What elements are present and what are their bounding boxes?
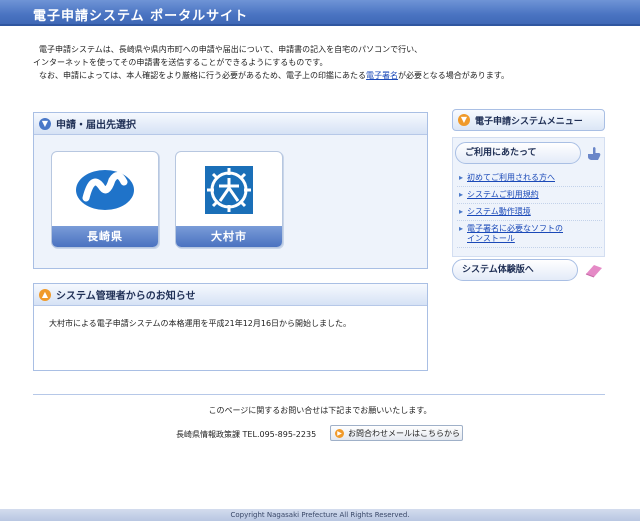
footer-divider (33, 394, 605, 395)
usage-box: ご利用にあたって 初めてご利用される方へ システムご利用規約 システム動作環境 … (452, 137, 605, 257)
page-title: 電子申請システム ポータルサイト (33, 9, 249, 24)
page-header: 電子申請システム ポータルサイト (0, 0, 640, 26)
admin-notice-panel: ▲ システム管理者からのお知らせ 大村市による電子申請システムの本格運用を平成2… (33, 283, 428, 371)
tile-omura[interactable]: 大村市 (175, 151, 283, 248)
admin-notice-title: システム管理者からのお知らせ (56, 291, 196, 302)
link-system-requirements[interactable]: システム動作環境 (457, 204, 602, 221)
trial-version-label: システム体験版へ (462, 265, 534, 275)
intro-line-3-post: が必要となる場合があります。 (398, 71, 510, 80)
intro-line-3: なお、申請によっては、本人確認をより厳格に行う必要があるため、電子上の印鑑にあた… (33, 69, 623, 82)
nagasaki-logo-icon (52, 152, 158, 228)
tile-nagasaki[interactable]: 長崎県 (51, 151, 159, 248)
tile-nagasaki-label: 長崎県 (52, 226, 158, 247)
arrow-down-circle-icon: ▼ (458, 114, 470, 126)
copyright-bar: Copyright Nagasaki Prefecture All Rights… (0, 509, 640, 521)
usage-links: 初めてご利用される方へ システムご利用規約 システム動作環境 電子署名に必要なソ… (457, 170, 602, 248)
link-terms-of-use[interactable]: システムご利用規約 (457, 187, 602, 204)
eraser-icon (585, 265, 602, 278)
intro-line-2: インターネットを使ってその申請書を送信することができるようにするものです。 (33, 58, 328, 67)
contact-note: このページに関するお問い合せは下記までお願いいたします。 (208, 406, 432, 415)
usage-heading: ご利用にあたって (455, 142, 581, 164)
intro-text: 電子申請システムは、長崎県や県内市町への申請や届出について、申請書の記入を自宅の… (33, 43, 623, 82)
system-menu-title: 電子申請システムメニュー (475, 116, 583, 127)
link-signature-software-install[interactable]: 電子署名に必要なソフトの インストール (457, 221, 602, 248)
trial-version-button[interactable]: システム体験版へ (452, 259, 578, 281)
admin-notice-text: 大村市による電子申請システムの本格運用を平成21年12月16日から開始しました。 (49, 319, 352, 328)
usage-heading-label: ご利用にあたって (465, 148, 537, 158)
intro-line-3-pre: なお、申請によっては、本人確認をより厳格に行う必要があるため、電子上の印鑑にあた… (39, 71, 367, 80)
system-menu-header: ▼ 電子申請システムメニュー (452, 109, 605, 131)
tile-omura-label: 大村市 (176, 226, 282, 247)
department-contact: 長崎県情報政策課 TEL.095-895-2235 (176, 430, 317, 439)
link-signature-software-line2: インストール (467, 234, 515, 243)
notice-bell-icon: ▲ (39, 288, 51, 301)
arrow-right-circle-icon: ▶ (335, 428, 344, 438)
omura-emblem-icon (176, 152, 282, 228)
digital-signature-link[interactable]: 電子署名 (366, 71, 398, 80)
contact-email-button[interactable]: ▶ お問合わせメールはこちらから (330, 425, 463, 441)
arrow-down-circle-icon: ▼ (39, 117, 51, 130)
intro-line-1: 電子申請システムは、長崎県や県内市町への申請や届出について、申請書の記入を自宅の… (39, 45, 423, 54)
destination-select-header: ▼ 申請・届出先選択 (34, 113, 427, 135)
contact-email-label: お問合わせメールはこちらから (348, 428, 460, 438)
pointing-hand-icon (588, 147, 601, 160)
link-signature-software-line1: 電子署名に必要なソフトの (467, 224, 563, 233)
destination-select-title: 申請・届出先選択 (56, 120, 136, 131)
admin-notice-header: ▲ システム管理者からのお知らせ (34, 284, 427, 306)
destination-select-panel: ▼ 申請・届出先選択 長崎県 大村市 (33, 112, 428, 269)
link-first-time-users[interactable]: 初めてご利用される方へ (457, 170, 602, 187)
